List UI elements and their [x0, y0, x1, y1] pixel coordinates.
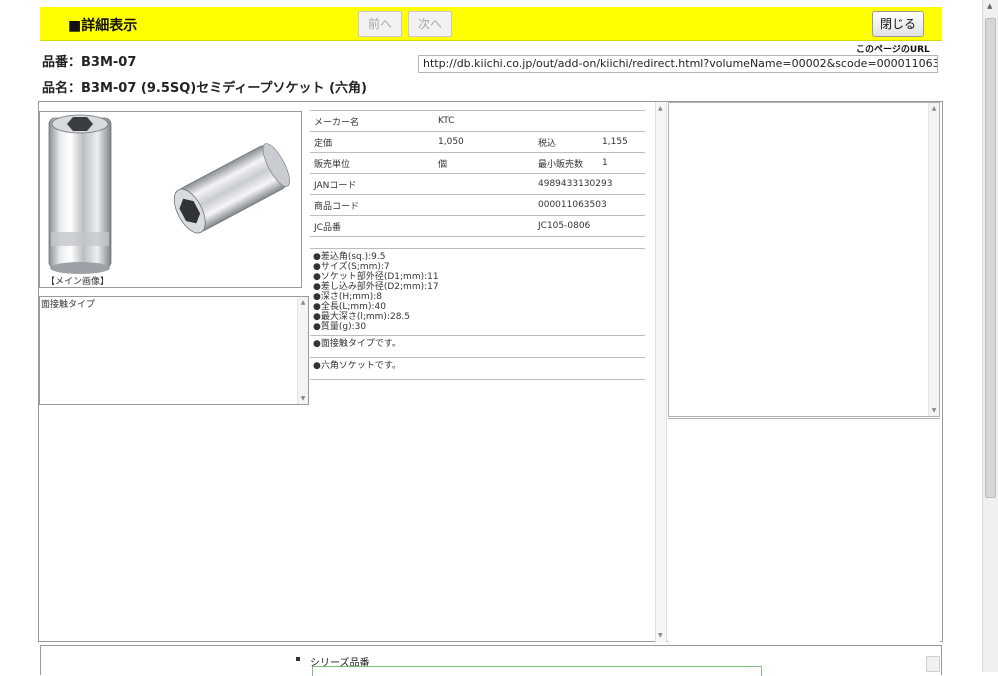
description-text: 面接触タイプ	[41, 300, 96, 310]
scroll-down-icon[interactable]: ▼	[929, 407, 939, 414]
description-scrollbar[interactable]: ▲ ▼	[297, 297, 308, 404]
jan-value: 4989433130293	[534, 173, 645, 195]
list-item: ●差し込み部外径(D2;mm):17	[313, 282, 439, 292]
tax-value: 1,155	[598, 131, 645, 153]
min-qty-label: 最小販売数	[534, 152, 598, 174]
series-table	[312, 666, 762, 676]
series-scrollbar[interactable]	[926, 656, 940, 672]
header-bar: ■詳細表示 前へ 次へ 閉じる	[40, 7, 942, 41]
close-button[interactable]: 閉じる	[872, 11, 924, 37]
prev-button[interactable]: 前へ	[358, 11, 402, 37]
spec-details: ●差込角(sq.):9.5 ●サイズ(S;mm):7 ●ソケット部外径(D1;m…	[310, 249, 645, 336]
list-item: ●全長(L;mm):40	[313, 302, 386, 312]
next-button[interactable]: 次へ	[408, 11, 452, 37]
table-row: 定価 1,050 税込 1,155	[310, 131, 645, 153]
product-image-box	[39, 111, 302, 288]
product-image[interactable]	[40, 112, 301, 287]
part-name: 品名：B3M-07 (9.5SQ)セミディープソケット (六角)	[42, 81, 367, 96]
right-bottom-panel	[668, 418, 940, 642]
scroll-up-icon[interactable]: ▲	[298, 299, 308, 306]
right-panel-scrollbar[interactable]: ▲ ▼	[928, 103, 939, 416]
code-value: 000011063503	[534, 194, 645, 216]
list-item: ●サイズ(S;mm):7	[313, 262, 390, 272]
table-row: JANコード 4989433130293	[310, 173, 645, 195]
min-qty-value: 1	[598, 152, 645, 174]
maker-value: KTC	[434, 110, 645, 132]
part-number: 品番：B3M-07	[42, 55, 137, 70]
page-scrollbar[interactable]: ▲	[982, 0, 998, 672]
scroll-up-icon[interactable]: ▲	[987, 2, 992, 10]
description-box[interactable]: 面接触タイプ ▲ ▼	[39, 296, 309, 405]
feature-note-2: ●六角ソケットです。	[310, 358, 645, 380]
table-row: メーカー名 KTC	[310, 110, 645, 132]
scroll-down-icon[interactable]: ▼	[298, 395, 308, 402]
scroll-up-icon[interactable]: ▲	[929, 105, 939, 112]
list-item: ●質量(g):30	[313, 322, 367, 332]
bullet-icon	[296, 657, 300, 661]
page-url-label: このページのURL	[856, 45, 930, 55]
list-price-value: 1,050	[434, 131, 534, 153]
list-item: ●深さ(H;mm):8	[313, 292, 382, 302]
page-title: ■詳細表示	[68, 18, 138, 34]
jan-label: JANコード	[310, 173, 534, 195]
right-top-panel: ▲ ▼	[668, 102, 940, 417]
list-price-label: 定価	[310, 131, 434, 153]
scroll-down-icon[interactable]: ▼	[658, 632, 663, 639]
list-item: ●ソケット部外径(D1;mm):11	[313, 272, 439, 282]
feature-note-1: ●面接触タイプです。	[310, 336, 645, 358]
jc-value: JC105-0806	[534, 215, 645, 237]
table-row: JC品番 JC105-0806	[310, 215, 645, 237]
unit-value: 個	[434, 152, 534, 174]
unit-label: 販売単位	[310, 152, 434, 174]
list-item: ●差込角(sq.):9.5	[313, 252, 386, 262]
scroll-up-icon[interactable]: ▲	[658, 105, 663, 112]
jc-label: JC品番	[310, 215, 534, 237]
code-label: 商品コード	[310, 194, 534, 216]
table-row: 商品コード 000011063503	[310, 194, 645, 216]
image-caption: 【メイン画像】	[46, 277, 110, 287]
spec-table: メーカー名 KTC 定価 1,050 税込 1,155 販売単位 個 最小販売数…	[310, 110, 645, 237]
table-row: 販売単位 個 最小販売数 1	[310, 152, 645, 174]
maker-label: メーカー名	[310, 110, 434, 132]
feature-list: ●差込角(sq.):9.5 ●サイズ(S;mm):7 ●ソケット部外径(D1;m…	[310, 248, 645, 380]
page-url-field[interactable]: http://db.kiichi.co.jp/out/add-on/kiichi…	[418, 55, 938, 73]
scroll-thumb[interactable]	[985, 18, 996, 498]
tax-label: 税込	[534, 131, 598, 153]
list-item: ●最大深さ(l;mm):28.5	[313, 312, 411, 322]
detail-scrollbar[interactable]: ▲ ▼	[655, 102, 667, 642]
